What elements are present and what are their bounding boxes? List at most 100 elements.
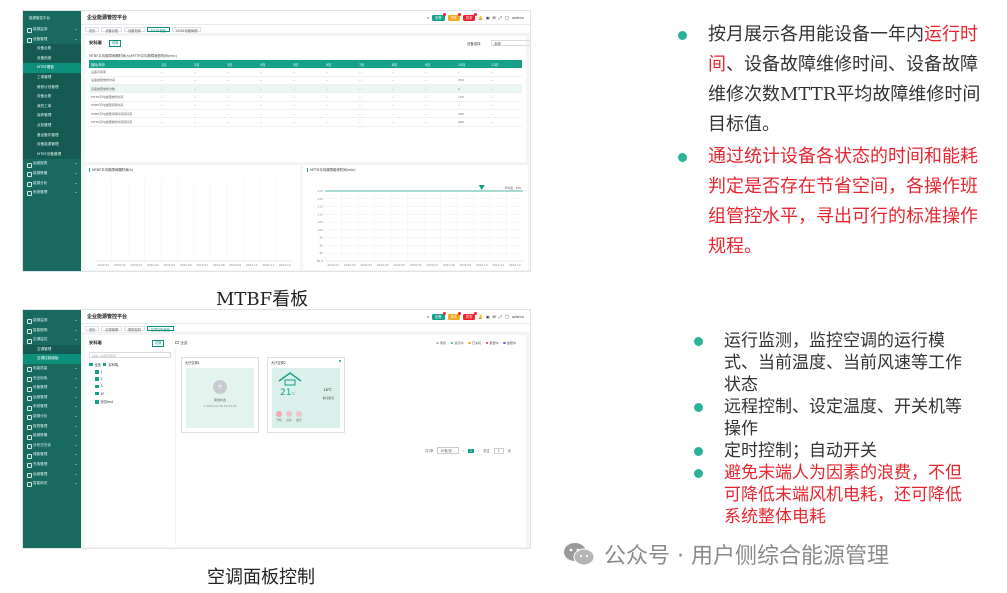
ac-sidebar-item[interactable]: 分布式光伏 bbox=[23, 441, 81, 451]
mtbf-sidebar-item[interactable]: MTBF看板 bbox=[23, 63, 81, 73]
ac-sidebar-item[interactable]: 能源监测 bbox=[23, 316, 81, 326]
switch-button[interactable]: 切换 bbox=[109, 40, 122, 47]
card2-control-button[interactable]: 模式 bbox=[296, 411, 302, 422]
user-name[interactable]: admin bbox=[512, 15, 524, 20]
mtbf-tab[interactable]: MTBF看板 bbox=[146, 26, 170, 33]
mtbf-sidebar-item[interactable]: 维修计划管理 bbox=[23, 82, 81, 93]
checkbox[interactable] bbox=[95, 377, 99, 381]
mtbf-sidebar-item[interactable]: 保养管理 bbox=[23, 111, 81, 121]
tree-root[interactable]: 全选 安科瑞 bbox=[89, 362, 118, 367]
device-select[interactable]: 全部⌄ bbox=[491, 39, 530, 46]
ac-switch-button[interactable]: 切换 bbox=[152, 340, 165, 347]
card2-control-button[interactable]: 开机 bbox=[276, 411, 282, 422]
avatar[interactable]: ◯ bbox=[505, 15, 509, 20]
ac-sidebar-item[interactable]: 空调管理 bbox=[23, 344, 81, 355]
mtbf-tab[interactable]: 设备档案 bbox=[124, 26, 145, 33]
ac-sidebar-item[interactable]: 充电管理 bbox=[23, 460, 81, 470]
mtbf-topbar: 企业能源管控平台 ⌕ 告警 事件 异常 🔔 ▣ ⊞ ⤢ ◯ admin bbox=[81, 11, 530, 25]
error-badge[interactable]: 异常 bbox=[462, 312, 477, 320]
ac-tab[interactable]: 照明控制 bbox=[124, 325, 145, 332]
ac-sidebar-item[interactable]: 系统管理 bbox=[23, 402, 81, 412]
mtbf-sidebar-item[interactable]: 工单管理 bbox=[23, 72, 81, 83]
ac-sidebar-item[interactable]: 设备管理 bbox=[23, 383, 81, 393]
pager-suffix: 页 bbox=[507, 449, 511, 453]
alarm-badge[interactable]: 告警 bbox=[432, 312, 447, 320]
ac-tab[interactable]: 空调管理 bbox=[101, 325, 123, 332]
user-name[interactable]: admin bbox=[512, 314, 524, 319]
ac-sidebar-item[interactable]: 储能管理 bbox=[23, 450, 81, 460]
checkbox[interactable] bbox=[95, 391, 99, 396]
event-badge[interactable]: 事件 bbox=[447, 312, 462, 320]
alarm-badge[interactable]: 告警 bbox=[432, 13, 447, 21]
ac-sidebar-item[interactable]: 空调控制面板 bbox=[23, 354, 81, 364]
tree-node[interactable]: 4F bbox=[95, 392, 118, 396]
ac-sidebar-item[interactable]: 能源策略 bbox=[23, 431, 81, 441]
ac-sidebar-item[interactable]: 空调监控 bbox=[23, 335, 81, 345]
card2-control-button[interactable]: 关机 bbox=[286, 411, 292, 422]
tree-node[interactable]: 3 bbox=[95, 384, 118, 388]
check-all[interactable]: 全选 bbox=[175, 340, 187, 345]
grid-icon[interactable]: ⊞ bbox=[493, 314, 496, 319]
search-icon[interactable]: ⌕ bbox=[427, 15, 429, 20]
mtbf-sidebar-item[interactable]: 设备台账 bbox=[23, 44, 81, 54]
pager-page-input[interactable]: 1 bbox=[493, 447, 504, 454]
tree-node[interactable]: 1 bbox=[95, 370, 118, 374]
mtbf-sidebar-item[interactable]: 系统管理 bbox=[23, 188, 81, 198]
ac-tab[interactable]: 空调控制面板 bbox=[146, 325, 174, 332]
ac-sidebar-item[interactable]: 运维管理 bbox=[23, 470, 81, 480]
mtbf-sidebar-item[interactable]: 设备能源管理 bbox=[23, 140, 81, 150]
mtbf-sidebar-item[interactable]: MTBF设备管理 bbox=[23, 149, 81, 160]
checkbox[interactable] bbox=[95, 370, 99, 374]
fullscreen-icon[interactable]: ⤢ bbox=[499, 15, 502, 20]
ac-card-2[interactable]: 大厅空调2 21℃ 18℃ 制冷模式 开机 关机 模式 bbox=[267, 357, 345, 433]
error-badge[interactable]: 异常 bbox=[462, 13, 477, 21]
ac-sidebar-item[interactable]: 运维管理 bbox=[23, 393, 81, 403]
tree-search-input[interactable]: 请输入关键字搜索 bbox=[89, 352, 171, 358]
prev-page-icon[interactable]: ‹ bbox=[463, 449, 464, 453]
bullet-dot bbox=[694, 447, 703, 456]
event-badge[interactable]: 事件 bbox=[447, 13, 462, 21]
fullscreen-icon[interactable]: ⤢ bbox=[499, 314, 502, 319]
mtbf-sidebar-item[interactable]: 我的工单 bbox=[23, 101, 81, 112]
bell-icon[interactable]: 🔔 bbox=[478, 314, 483, 319]
mtbf-sidebar-item[interactable]: 能源分析 bbox=[23, 179, 81, 189]
mtbf-sidebar-item[interactable]: 运维报表 bbox=[23, 159, 81, 169]
checkbox[interactable] bbox=[95, 384, 99, 389]
mtbf-sidebar-item[interactable]: 能源监测 bbox=[23, 25, 81, 35]
next-page-icon[interactable]: › bbox=[478, 449, 479, 453]
mtbf-sidebar-item[interactable]: 能源策略 bbox=[23, 169, 81, 179]
pager-current[interactable]: 1 bbox=[467, 448, 474, 453]
table-cell: -- bbox=[390, 109, 423, 119]
mtbf-sidebar-item[interactable]: 设备管理 bbox=[23, 35, 81, 45]
screen-icon[interactable]: ▣ bbox=[486, 314, 490, 319]
table-cell: -- bbox=[258, 84, 291, 94]
mtbf-sidebar-item[interactable]: 点检管理 bbox=[23, 120, 81, 131]
mtbf-tab[interactable]: MTBF设备管理 bbox=[171, 26, 202, 33]
search-icon[interactable]: ⌕ bbox=[427, 314, 429, 319]
ac-card-1[interactable]: 大厅空调1 ⌾ 离线状态 ⏱ 2023-01-06 10:30:00 bbox=[181, 357, 259, 433]
pager-size-select[interactable]: 20条/页 ⌄ bbox=[437, 447, 459, 454]
ac-sidebar-item[interactable]: 报表管理 bbox=[23, 422, 81, 432]
screen-icon[interactable]: ▣ bbox=[486, 15, 490, 20]
avatar[interactable]: ◯ bbox=[505, 314, 509, 319]
mtbf-sidebar-item[interactable]: 设备档案 bbox=[23, 53, 81, 64]
mtbf-sidebar-item[interactable]: 设备台账 bbox=[23, 92, 81, 102]
ac-sidebar-item[interactable]: 能源分析 bbox=[23, 412, 81, 422]
ac-sidebar-item[interactable]: 智能照明 bbox=[23, 326, 81, 336]
tree-node[interactable]: 2 bbox=[95, 377, 118, 381]
bell-icon[interactable]: 🔔 bbox=[478, 15, 483, 20]
mtbf-sidebar: 能源管控平台 能源监测设备管理设备台账设备档案MTBF看板工单管理维修计划管理设… bbox=[23, 11, 81, 271]
ac-sidebar-item[interactable]: 智能网关 bbox=[23, 479, 81, 489]
wifi-off-icon: ⌾ bbox=[213, 380, 227, 394]
ac-tab[interactable]: 首页 bbox=[85, 325, 100, 332]
tree-node[interactable]: 测试test bbox=[95, 399, 118, 404]
table-header: 3月 bbox=[225, 60, 258, 68]
ac-sidebar-item[interactable]: 安全用电 bbox=[23, 374, 81, 384]
mtbf-tab[interactable]: 设备台账 bbox=[101, 26, 123, 33]
mtbf-tab[interactable]: 首页 bbox=[85, 26, 100, 33]
mtbf-sidebar-item[interactable]: 备品备件管理 bbox=[23, 130, 81, 141]
checkbox[interactable] bbox=[95, 400, 99, 404]
bullet-dot bbox=[694, 337, 703, 346]
ac-sidebar-item[interactable]: 电能质量 bbox=[23, 364, 81, 374]
grid-icon[interactable]: ⊞ bbox=[493, 15, 496, 20]
